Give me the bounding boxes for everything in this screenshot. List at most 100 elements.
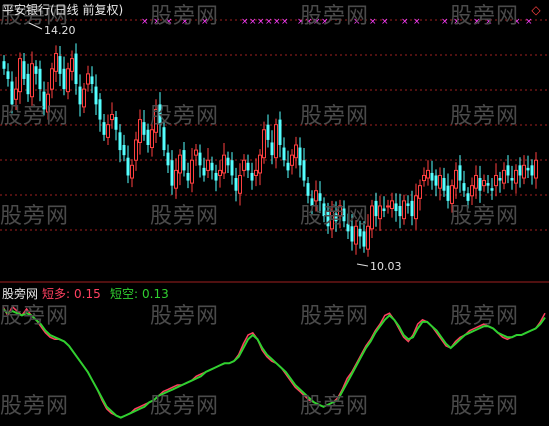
- candle: [22, 53, 26, 86]
- candle: [402, 194, 406, 225]
- candle: [454, 162, 458, 199]
- candle: [186, 162, 190, 189]
- watermark: 股旁网: [0, 394, 70, 419]
- candle: [294, 136, 298, 169]
- watermark: 股旁网: [150, 4, 220, 29]
- candle: [418, 179, 422, 211]
- candle: [214, 164, 218, 192]
- candle: [498, 171, 502, 193]
- candle: [506, 155, 510, 184]
- candle: [510, 165, 514, 190]
- candle: [434, 169, 438, 197]
- candle: [190, 148, 194, 193]
- candle: [290, 149, 294, 175]
- watermark: 股旁网: [150, 304, 220, 329]
- signal-marker: ×: [241, 17, 249, 27]
- candle: [246, 154, 250, 179]
- candle: [302, 148, 306, 187]
- candle: [478, 165, 482, 203]
- candle: [50, 62, 54, 99]
- candle: [218, 160, 222, 188]
- candle: [78, 74, 82, 117]
- candle: [306, 177, 310, 204]
- candle: [86, 65, 90, 92]
- candle: [474, 165, 478, 199]
- candle: [430, 160, 434, 190]
- candle: [394, 193, 398, 222]
- candle: [382, 196, 386, 218]
- watermark: 股旁网: [150, 104, 220, 129]
- candle: [118, 124, 122, 163]
- short-long-value: 0.15: [74, 287, 101, 301]
- candle: [6, 63, 10, 87]
- candle: [170, 150, 174, 195]
- watermark: 股旁网: [450, 394, 520, 419]
- candle: [106, 114, 110, 145]
- candle: [534, 152, 538, 189]
- candle: [458, 155, 462, 193]
- watermark: 股旁网: [300, 4, 370, 29]
- candle: [226, 151, 230, 173]
- candle: [182, 141, 186, 177]
- candle: [26, 63, 30, 102]
- candle: [254, 158, 258, 187]
- candle: [406, 195, 410, 214]
- candle: [282, 137, 286, 167]
- candle: [270, 130, 274, 165]
- candle: [462, 170, 466, 197]
- candle: [298, 137, 302, 178]
- candle: [370, 199, 374, 238]
- candle: [122, 134, 126, 162]
- candle: [66, 62, 70, 100]
- signal-marker: ×: [441, 17, 449, 27]
- watermark: 股旁网: [300, 394, 370, 419]
- watermark: 股旁网: [300, 104, 370, 129]
- candle: [58, 45, 62, 87]
- candle: [30, 51, 34, 106]
- candle: [198, 144, 202, 178]
- candle: [178, 149, 182, 186]
- candle: [202, 157, 206, 182]
- watermark: 股旁网: [150, 204, 220, 229]
- candle: [494, 163, 498, 197]
- watermark: 股旁网: [450, 204, 520, 229]
- candle: [134, 131, 138, 171]
- signal-marker: ×: [141, 17, 149, 27]
- candle: [234, 167, 238, 202]
- candle: [238, 163, 242, 206]
- candle: [374, 192, 378, 227]
- candle: [398, 193, 402, 229]
- candle: [242, 154, 246, 177]
- candle: [526, 155, 530, 179]
- watermark: 股旁网: [450, 4, 520, 29]
- signal-marker: ×: [249, 17, 257, 27]
- candle: [62, 56, 66, 96]
- candle: [266, 114, 270, 148]
- signal-marker: ×: [525, 17, 533, 27]
- candle: [38, 60, 42, 102]
- candle: [138, 109, 142, 155]
- candle: [74, 43, 78, 95]
- watermark: 股旁网: [0, 104, 70, 129]
- candle: [530, 159, 534, 185]
- candle: [82, 83, 86, 113]
- watermark: 股旁网: [300, 304, 370, 329]
- signal-marker: ×: [273, 17, 281, 27]
- diamond-icon[interactable]: ◇: [529, 4, 543, 16]
- watermark: 股旁网: [0, 304, 70, 329]
- candle: [34, 60, 38, 85]
- short-empty-value: 0.13: [142, 287, 169, 301]
- signal-marker: ×: [257, 17, 265, 27]
- candle: [174, 158, 178, 199]
- candle: [258, 149, 262, 186]
- watermark: 股旁网: [300, 204, 370, 229]
- candle: [470, 177, 474, 205]
- candle: [414, 183, 418, 230]
- candle: [18, 52, 22, 104]
- candle: [98, 93, 102, 132]
- signal-marker: ×: [413, 17, 421, 27]
- watermark: 股旁网: [0, 204, 70, 229]
- candle: [386, 199, 390, 214]
- candle: [286, 150, 290, 179]
- signal-marker: ×: [381, 17, 389, 27]
